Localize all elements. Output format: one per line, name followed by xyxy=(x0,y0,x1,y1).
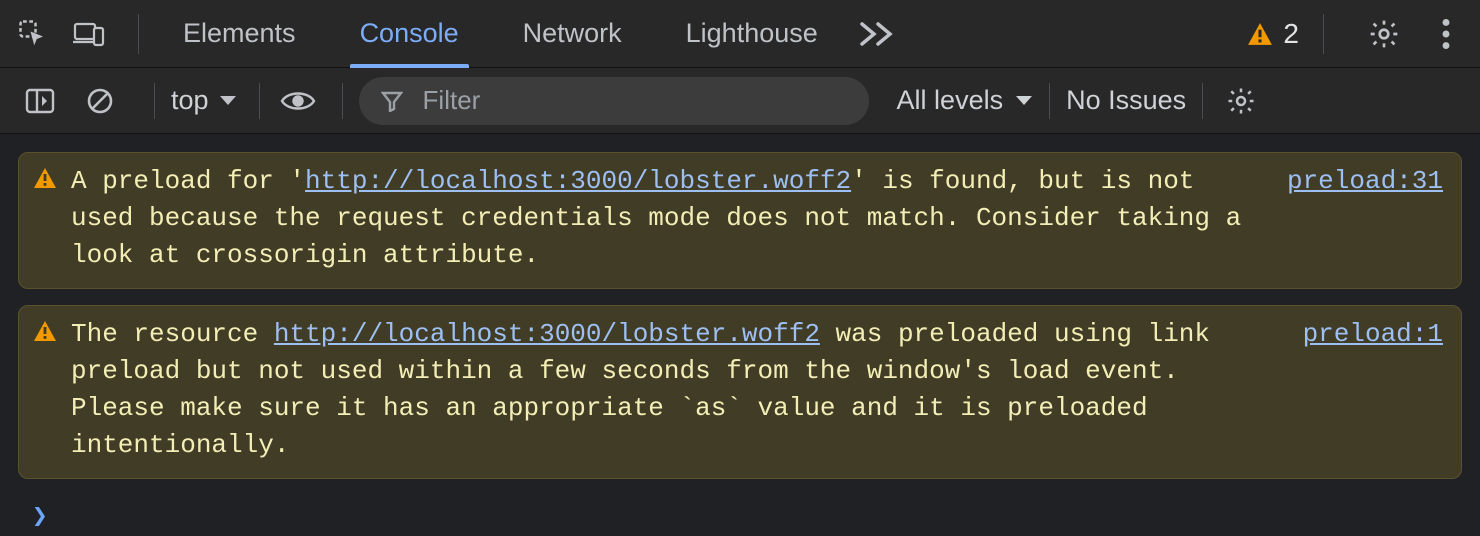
resource-link[interactable]: http://localhost:3000/lobster.woff2 xyxy=(305,166,851,196)
clear-console-icon[interactable] xyxy=(78,79,122,123)
divider xyxy=(154,83,155,119)
tab-network[interactable]: Network xyxy=(491,0,654,67)
devtools-tabstrip: Elements Console Network Lighthouse 2 xyxy=(0,0,1480,68)
console-toolbar: top All levels No Issues xyxy=(0,68,1480,134)
more-tabs-button[interactable] xyxy=(858,20,900,48)
execution-context-selector[interactable]: top xyxy=(171,85,237,116)
console-warning-row[interactable]: The resource http://localhost:3000/lobst… xyxy=(18,305,1462,479)
issues-indicator[interactable]: No Issues xyxy=(1066,85,1186,116)
warnings-counter[interactable]: 2 xyxy=(1247,18,1299,50)
divider xyxy=(1323,14,1324,54)
warning-icon xyxy=(33,167,57,189)
divider xyxy=(342,83,343,119)
panel-tabs: Elements Console Network Lighthouse xyxy=(151,0,850,67)
resource-link[interactable]: http://localhost:3000/lobster.woff2 xyxy=(274,319,820,349)
levels-label: All levels xyxy=(897,85,1004,116)
device-toolbar-icon[interactable] xyxy=(70,15,108,53)
log-levels-selector[interactable]: All levels xyxy=(897,85,1034,116)
filter-input[interactable] xyxy=(421,84,847,117)
divider xyxy=(259,83,260,119)
divider xyxy=(138,14,139,54)
console-settings-gear-icon[interactable] xyxy=(1219,79,1263,123)
live-expression-eye-icon[interactable] xyxy=(276,79,320,123)
warning-icon xyxy=(33,320,57,342)
divider xyxy=(1202,83,1203,119)
tab-lighthouse[interactable]: Lighthouse xyxy=(654,0,850,67)
settings-gear-icon[interactable] xyxy=(1364,14,1404,54)
source-link[interactable]: preload:1 xyxy=(1303,316,1443,353)
inspect-element-icon[interactable] xyxy=(14,15,52,53)
warnings-count-value: 2 xyxy=(1283,18,1299,50)
console-warning-row[interactable]: A preload for 'http://localhost:3000/lob… xyxy=(18,152,1462,289)
toggle-sidebar-icon[interactable] xyxy=(18,79,62,123)
issues-label: No Issues xyxy=(1066,85,1186,115)
filter-box[interactable] xyxy=(359,77,869,125)
funnel-icon xyxy=(381,90,403,112)
source-link[interactable]: preload:31 xyxy=(1287,163,1443,200)
warning-message: The resource http://localhost:3000/lobst… xyxy=(71,316,1269,464)
divider xyxy=(1049,83,1050,119)
warning-message: A preload for 'http://localhost:3000/lob… xyxy=(71,163,1253,274)
console-prompt[interactable]: ❯ xyxy=(18,495,1462,531)
context-label: top xyxy=(171,85,209,116)
console-messages: A preload for 'http://localhost:3000/lob… xyxy=(0,134,1480,531)
more-options-icon[interactable] xyxy=(1426,14,1466,54)
tab-console[interactable]: Console xyxy=(328,0,491,67)
tab-elements[interactable]: Elements xyxy=(151,0,328,67)
prompt-chevron-icon: ❯ xyxy=(32,501,48,531)
